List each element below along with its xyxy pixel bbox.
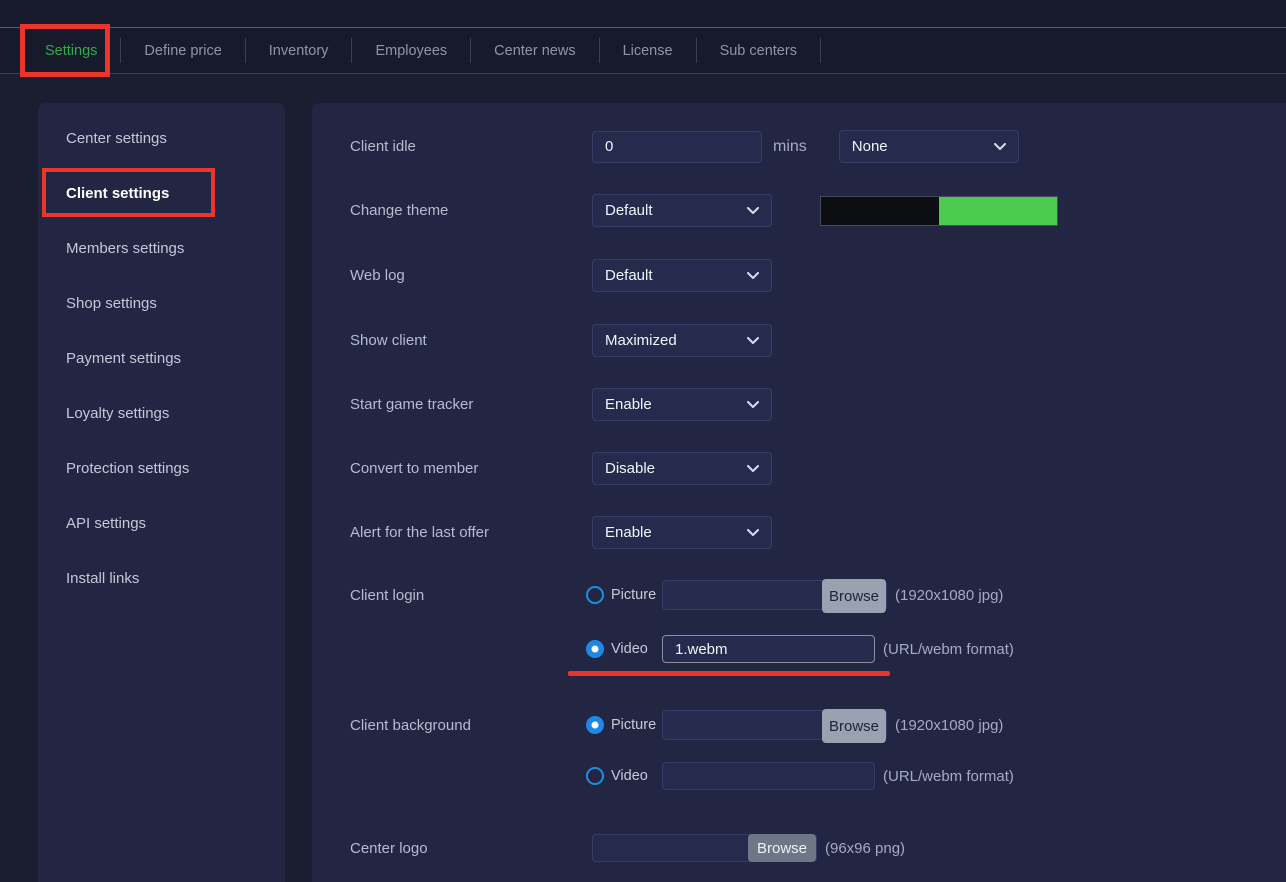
client-background-picture-file-field[interactable]: Browse [662, 710, 887, 740]
client-idle-action-value: None [852, 138, 888, 155]
client-idle-label: Client idle [350, 138, 592, 155]
web-log-select[interactable]: Default [592, 259, 772, 292]
client-background-picture-browse-button[interactable]: Browse [822, 709, 886, 743]
client-background-video-radio-label: Video [611, 768, 648, 784]
convert-to-member-select[interactable]: Disable [592, 452, 772, 485]
client-login-picture-hint: (1920x1080 jpg) [895, 587, 1003, 604]
window-top-strip [0, 0, 1286, 27]
client-background-picture-option: Picture [586, 716, 662, 734]
row-client-background-picture: Client background Picture Browse (1920x1… [350, 710, 1276, 740]
client-settings-panel: Client idle mins None Change theme Defau… [312, 103, 1286, 882]
client-login-video-hint: (URL/webm format) [883, 641, 1014, 658]
tab-employees[interactable]: Employees [352, 28, 470, 73]
row-client-idle: Client idle mins None [350, 130, 1276, 163]
theme-swatch-green [939, 197, 1057, 225]
client-idle-unit: mins [773, 138, 807, 156]
alert-last-offer-select[interactable]: Enable [592, 516, 772, 549]
client-login-picture-radio[interactable] [586, 586, 604, 604]
client-background-picture-radio[interactable] [586, 716, 604, 734]
client-login-video-radio[interactable] [586, 640, 604, 658]
sidebar-item-shop-settings[interactable]: Shop settings [38, 276, 285, 331]
client-login-picture-browse-button[interactable]: Browse [822, 579, 886, 613]
tab-bar: Settings Define price Inventory Employee… [0, 27, 1286, 74]
sidebar-item-api-settings[interactable]: API settings [38, 496, 285, 551]
change-theme-label: Change theme [350, 202, 592, 219]
client-login-video-radio-label: Video [611, 641, 648, 657]
chevron-down-icon [747, 337, 759, 345]
start-game-tracker-label: Start game tracker [350, 396, 592, 413]
client-background-picture-hint: (1920x1080 jpg) [895, 717, 1003, 734]
start-game-tracker-value: Enable [605, 396, 652, 413]
annotation-box-client-settings [42, 168, 215, 217]
client-background-picture-radio-label: Picture [611, 717, 656, 733]
annotation-box-settings-tab [20, 24, 110, 77]
client-login-picture-file-field[interactable]: Browse [662, 580, 887, 610]
chevron-down-icon [747, 207, 759, 215]
convert-to-member-label: Convert to member [350, 460, 592, 477]
client-login-video-option: Video [586, 640, 662, 658]
row-alert-last-offer: Alert for the last offer Enable [350, 516, 1276, 549]
client-background-video-hint: (URL/webm format) [883, 768, 1014, 785]
row-client-login-picture: Client login Picture Browse (1920x1080 j… [350, 580, 1276, 610]
chevron-down-icon [747, 272, 759, 280]
client-background-video-input[interactable] [662, 762, 875, 790]
theme-color-preview [820, 196, 1058, 226]
row-convert-to-member: Convert to member Disable [350, 452, 1276, 485]
tab-inventory[interactable]: Inventory [246, 28, 352, 73]
tab-divider [820, 38, 821, 63]
row-web-log: Web log Default [350, 259, 1276, 292]
sidebar-item-loyalty-settings[interactable]: Loyalty settings [38, 386, 285, 441]
start-game-tracker-select[interactable]: Enable [592, 388, 772, 421]
center-logo-hint: (96x96 png) [825, 840, 905, 857]
client-login-label: Client login [350, 587, 586, 604]
change-theme-select[interactable]: Default [592, 194, 772, 227]
tab-define-price[interactable]: Define price [121, 28, 244, 73]
row-center-logo: Center logo Browse (96x96 png) [350, 834, 1276, 862]
client-login-picture-radio-label: Picture [611, 587, 656, 603]
show-client-select[interactable]: Maximized [592, 324, 772, 357]
center-logo-file-field[interactable]: Browse [592, 834, 817, 862]
center-logo-browse-button[interactable]: Browse [748, 834, 816, 862]
convert-to-member-value: Disable [605, 460, 655, 477]
row-show-client: Show client Maximized [350, 324, 1276, 357]
web-log-value: Default [605, 267, 653, 284]
chevron-down-icon [994, 143, 1006, 151]
sidebar-item-members-settings[interactable]: Members settings [38, 221, 285, 276]
alert-last-offer-value: Enable [605, 524, 652, 541]
tab-center-news[interactable]: Center news [471, 28, 598, 73]
client-background-video-option: Video [586, 767, 662, 785]
chevron-down-icon [747, 465, 759, 473]
client-idle-action-select[interactable]: None [839, 130, 1019, 163]
annotation-underline-video-field [568, 671, 890, 676]
row-client-login-video: Video (URL/webm format) [350, 635, 1276, 663]
theme-swatch-black [821, 197, 939, 225]
sidebar-item-install-links[interactable]: Install links [38, 551, 285, 606]
client-login-picture-option: Picture [586, 586, 662, 604]
web-log-label: Web log [350, 267, 592, 284]
settings-sidebar: Center settings Client settings Members … [38, 103, 285, 882]
tab-license[interactable]: License [600, 28, 696, 73]
client-idle-input[interactable] [592, 131, 762, 163]
row-change-theme: Change theme Default [350, 194, 1276, 227]
chevron-down-icon [747, 401, 759, 409]
client-background-video-radio[interactable] [586, 767, 604, 785]
row-start-game-tracker: Start game tracker Enable [350, 388, 1276, 421]
client-background-label: Client background [350, 717, 586, 734]
change-theme-value: Default [605, 202, 653, 219]
chevron-down-icon [747, 529, 759, 537]
sidebar-item-protection-settings[interactable]: Protection settings [38, 441, 285, 496]
show-client-label: Show client [350, 332, 592, 349]
tab-sub-centers[interactable]: Sub centers [697, 28, 820, 73]
sidebar-item-center-settings[interactable]: Center settings [38, 111, 285, 166]
center-logo-label: Center logo [350, 840, 592, 857]
sidebar-item-payment-settings[interactable]: Payment settings [38, 331, 285, 386]
show-client-value: Maximized [605, 332, 677, 349]
row-client-background-video: Video (URL/webm format) [350, 762, 1276, 790]
alert-last-offer-label: Alert for the last offer [350, 524, 592, 541]
client-login-video-input[interactable] [662, 635, 875, 663]
